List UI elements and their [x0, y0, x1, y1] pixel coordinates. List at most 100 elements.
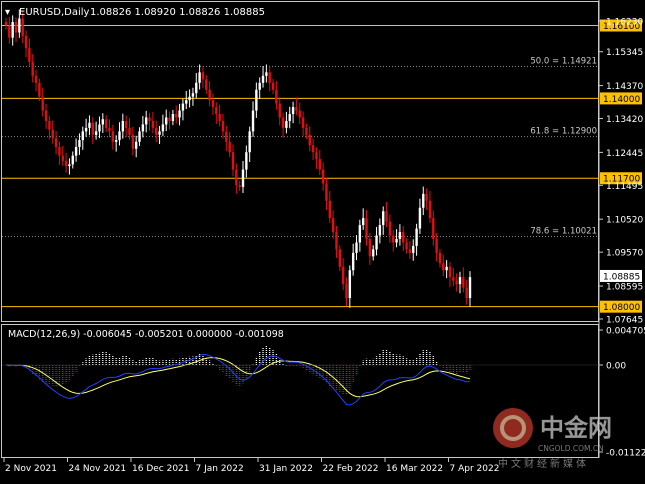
- candle-bull: [134, 141, 138, 149]
- candle-bear: [108, 127, 111, 132]
- candle-bear: [315, 152, 318, 160]
- candle-bear: [435, 238, 438, 253]
- candle-bear: [38, 82, 41, 97]
- candle-bear: [211, 100, 215, 108]
- candle-bull: [188, 96, 191, 101]
- candle-bull: [422, 193, 425, 208]
- candle-bear: [462, 277, 465, 288]
- time-tick-label: 7 Apr 2022: [450, 464, 500, 474]
- candle-bull: [248, 131, 251, 153]
- candle-bear: [8, 25, 11, 38]
- candle-bear: [54, 138, 58, 148]
- candle-bear: [331, 218, 335, 233]
- candle-bull: [395, 238, 398, 243]
- time-tick-label: 16 Mar 2022: [386, 464, 443, 474]
- header-icon: ▾: [5, 7, 10, 18]
- candle-bull: [348, 270, 352, 298]
- symbol-label: EURUSD,Daily: [19, 7, 90, 18]
- candle-bull: [191, 93, 195, 97]
- candle-bull: [114, 140, 118, 142]
- candle-bear: [295, 107, 298, 111]
- candle-bull: [71, 155, 74, 165]
- candle-bull: [382, 211, 385, 226]
- candle-bull: [255, 89, 258, 111]
- candle-bull: [185, 100, 188, 104]
- candle-bear: [48, 120, 51, 130]
- candle-bull: [11, 22, 14, 38]
- candle-bull: [181, 103, 185, 111]
- price-tick-label: 1.09570: [606, 249, 643, 259]
- chart-window[interactable]: 1.16100 1.14000 1.11700 1.08000 50.0 = 1.149…: [0, 0, 645, 480]
- candle-bull: [468, 277, 472, 298]
- candle-bull: [358, 225, 362, 243]
- candle-bear: [175, 114, 178, 118]
- candle-bear: [228, 141, 231, 153]
- candle-bear: [311, 145, 315, 153]
- price-tick-label: 1.12445: [606, 149, 643, 159]
- candle-bear: [275, 89, 278, 104]
- candle-bull: [265, 72, 268, 76]
- candle-bear: [225, 131, 228, 142]
- candle-bear: [201, 72, 205, 80]
- candle-bull: [412, 245, 415, 253]
- macd-tick-label: -0.011227: [606, 449, 645, 459]
- candle-bear: [51, 129, 54, 139]
- candle-bull: [68, 164, 71, 167]
- macd-title: MACD(12,26,9) -0.006045 -0.005201 0.0000…: [8, 329, 284, 340]
- candle-bear: [465, 287, 468, 298]
- candle-bear: [388, 221, 392, 236]
- candle-bear: [448, 266, 452, 278]
- ohlc-readout: 1.08826 1.08920 1.08826 1.08885: [90, 7, 265, 18]
- candle-bull: [78, 140, 81, 148]
- time-tick-label: 16 Dec 2021: [132, 464, 190, 474]
- price-tick-label: 1.15345: [606, 48, 643, 58]
- price-tick-label: 1.10520: [606, 216, 643, 226]
- candle-bull: [74, 147, 78, 156]
- candle-bear: [392, 235, 395, 243]
- candle-bear: [148, 117, 151, 121]
- candle-bear: [21, 18, 24, 36]
- candle-bear: [442, 263, 445, 271]
- candle-bull: [415, 228, 418, 246]
- candle-bear: [28, 48, 31, 62]
- candle-bull: [138, 131, 141, 142]
- candle-bear: [271, 82, 275, 90]
- macd-tick-label: 0.004705: [606, 327, 645, 337]
- fib-label: 78.6 = 1.10021: [530, 227, 597, 237]
- candle-bear: [268, 72, 271, 83]
- candle-bear: [438, 252, 442, 264]
- candle-bear: [298, 110, 301, 118]
- price-tick-label: 1.11495: [606, 182, 643, 192]
- candle-bull: [378, 225, 382, 236]
- candle-bear: [321, 169, 325, 184]
- candle-bear: [425, 193, 428, 201]
- candle-bear: [14, 22, 18, 33]
- watermark-logo: 中金网 CNGOLD.COM.CN 中文财经新媒体: [493, 408, 612, 470]
- candle-bull: [198, 72, 201, 83]
- candle-bull: [355, 242, 358, 253]
- price-panel-border: [1, 1, 599, 322]
- candle-bear: [308, 134, 311, 146]
- candle-bear: [235, 169, 238, 186]
- chart-canvas[interactable]: 1.161001.140001.117001.0800050.0 = 1.149…: [0, 0, 645, 480]
- candle-bull: [145, 117, 148, 125]
- watermark-slogan: 中文财经新媒体: [498, 457, 589, 470]
- candle-bull: [251, 110, 255, 132]
- candle-bull: [398, 232, 402, 239]
- candle-bear: [168, 117, 171, 121]
- candle-bear: [58, 147, 61, 156]
- candle-bull: [81, 131, 84, 141]
- candle-bull: [195, 82, 198, 94]
- horizontal-levels: 1.161001.140001.117001.0800050.0 = 1.149…: [2, 19, 642, 313]
- candle-bear: [341, 266, 345, 285]
- candle-bull: [88, 122, 91, 128]
- candle-bear: [368, 238, 372, 257]
- candle-bull: [288, 114, 291, 121]
- candle-bear: [238, 185, 241, 187]
- candle-bear: [4, 22, 8, 26]
- current-price-label: 1.08885: [603, 272, 640, 282]
- candle-bull: [94, 131, 98, 135]
- candle-bull: [161, 124, 165, 132]
- candle-bull: [178, 110, 181, 118]
- candle-bear: [345, 284, 348, 298]
